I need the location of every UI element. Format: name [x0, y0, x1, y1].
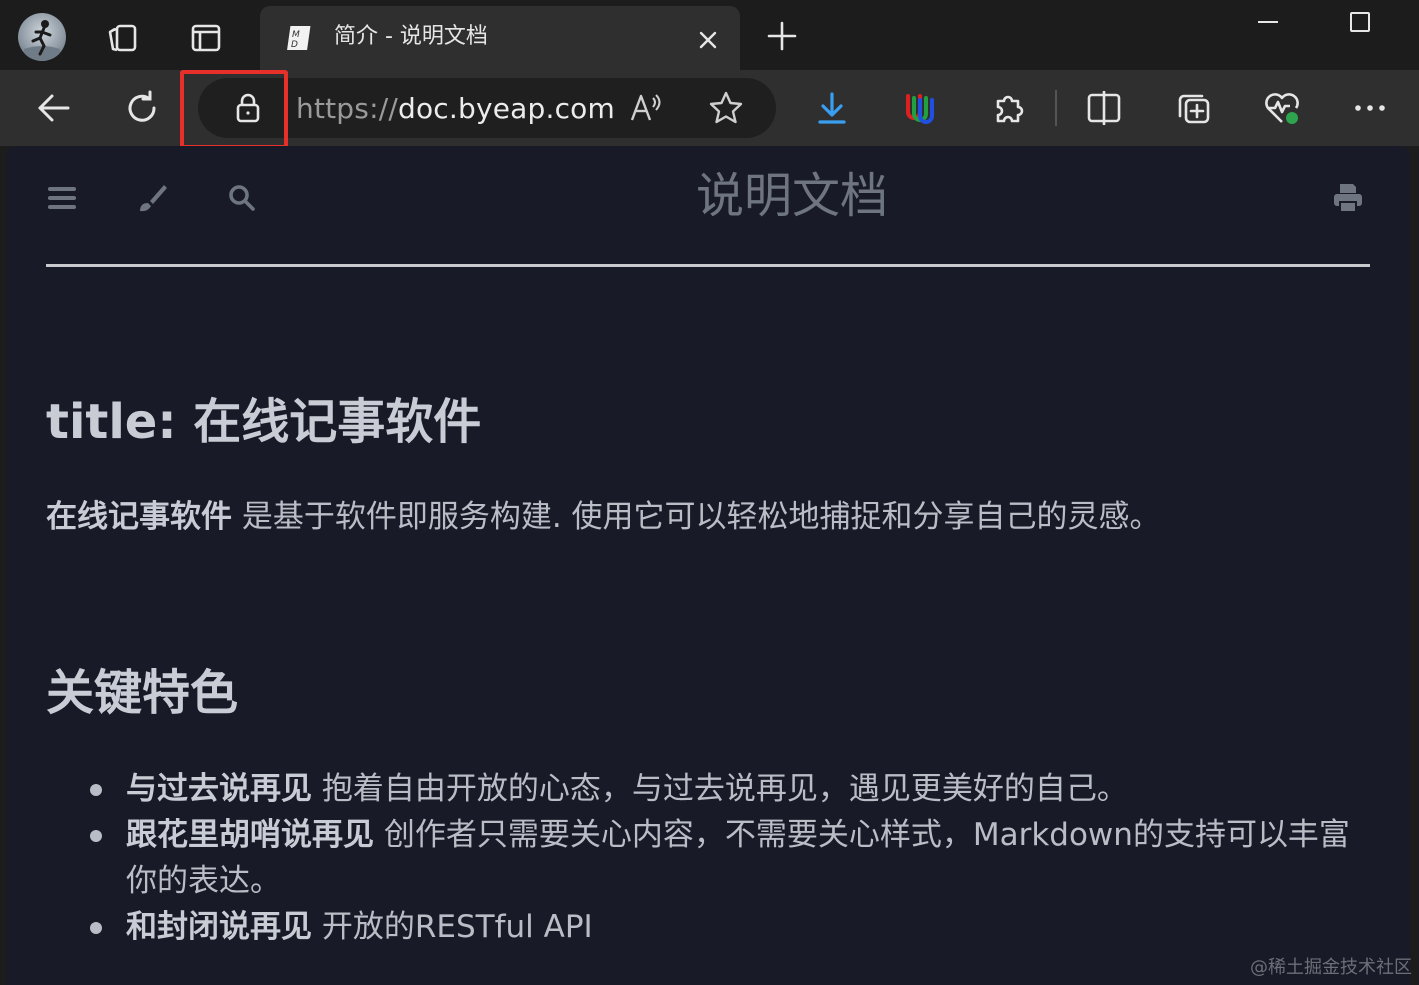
new-tab-button[interactable]	[762, 16, 802, 56]
feature-title: 与过去说再见	[126, 771, 312, 807]
workspaces-icon[interactable]	[102, 18, 142, 58]
list-item: 与过去说再见 抱着自由开放的心态，与过去说再见，遇见更美好的自己。	[90, 766, 1380, 812]
puzzle-icon[interactable]	[985, 84, 1033, 132]
minimize-icon[interactable]	[1248, 4, 1288, 40]
intro-bold: 在线记事软件	[46, 499, 232, 535]
browser-essentials-icon[interactable]	[1258, 84, 1306, 132]
print-icon[interactable]	[1328, 178, 1368, 218]
book-title: 说明文档	[695, 168, 888, 224]
title-bar: M D 简介 - 说明文档	[0, 0, 1419, 70]
extension-u-icon[interactable]	[896, 84, 944, 132]
tab-title: 简介 - 说明文档	[334, 24, 488, 49]
feature-title: 跟花里胡哨说再见	[126, 817, 374, 853]
features-heading: 关键特色	[46, 665, 239, 721]
refresh-icon[interactable]	[118, 84, 166, 132]
url-scheme: https://	[296, 92, 398, 125]
url-text: https://doc.byeap.com	[296, 92, 615, 126]
url-host: doc.byeap.com	[397, 92, 615, 125]
maximize-icon[interactable]	[1340, 4, 1380, 40]
plus-icon	[767, 21, 797, 51]
star-icon[interactable]	[708, 90, 744, 126]
markdown-icon: M D	[282, 22, 314, 54]
lock-highlight-box	[180, 70, 288, 149]
collections-icon[interactable]	[1170, 84, 1218, 132]
vertical-tabs-icon[interactable]	[186, 18, 226, 58]
close-icon[interactable]	[692, 24, 724, 56]
split-screen-icon[interactable]	[1080, 84, 1128, 132]
doc-heading: title: 在线记事软件	[46, 394, 482, 450]
feature-title: 和封闭说再见	[126, 909, 312, 945]
svg-text:D: D	[291, 40, 298, 50]
divider	[46, 264, 1370, 267]
toolbar-divider	[1055, 90, 1057, 126]
read-aloud-icon[interactable]	[628, 90, 664, 126]
svg-text:M: M	[292, 30, 300, 40]
list-item: 跟花里胡哨说再见 创作者只需要关心内容，不需要关心样式，Markdown的支持可…	[90, 812, 1380, 904]
more-icon[interactable]	[1346, 84, 1394, 132]
watermark: @稀土掘金技术社区	[1250, 957, 1412, 978]
list-item: 和封闭说再见 开放的RESTful API	[90, 904, 1380, 950]
intro-paragraph: 在线记事软件 是基于软件即服务构建. 使用它可以轻松地捕捉和分享自己的灵感。	[46, 496, 1161, 538]
intro-text: 是基于软件即服务构建. 使用它可以轻松地捕捉和分享自己的灵感。	[232, 499, 1161, 535]
back-icon[interactable]	[30, 84, 78, 132]
feature-text: 开放的RESTful API	[312, 909, 593, 945]
feature-text: 抱着自由开放的心态，与过去说再见，遇见更美好的自己。	[312, 771, 1128, 807]
page-content: 说明文档 title: 在线记事软件 在线记事软件 是基于软件即服务构建. 使用…	[6, 146, 1410, 985]
download-icon[interactable]	[808, 84, 856, 132]
profile-avatar[interactable]	[18, 13, 66, 61]
features-list: 与过去说再见 抱着自由开放的心态，与过去说再见，遇见更美好的自己。 跟花里胡哨说…	[90, 766, 1380, 950]
active-tab[interactable]: M D 简介 - 说明文档	[260, 6, 740, 70]
